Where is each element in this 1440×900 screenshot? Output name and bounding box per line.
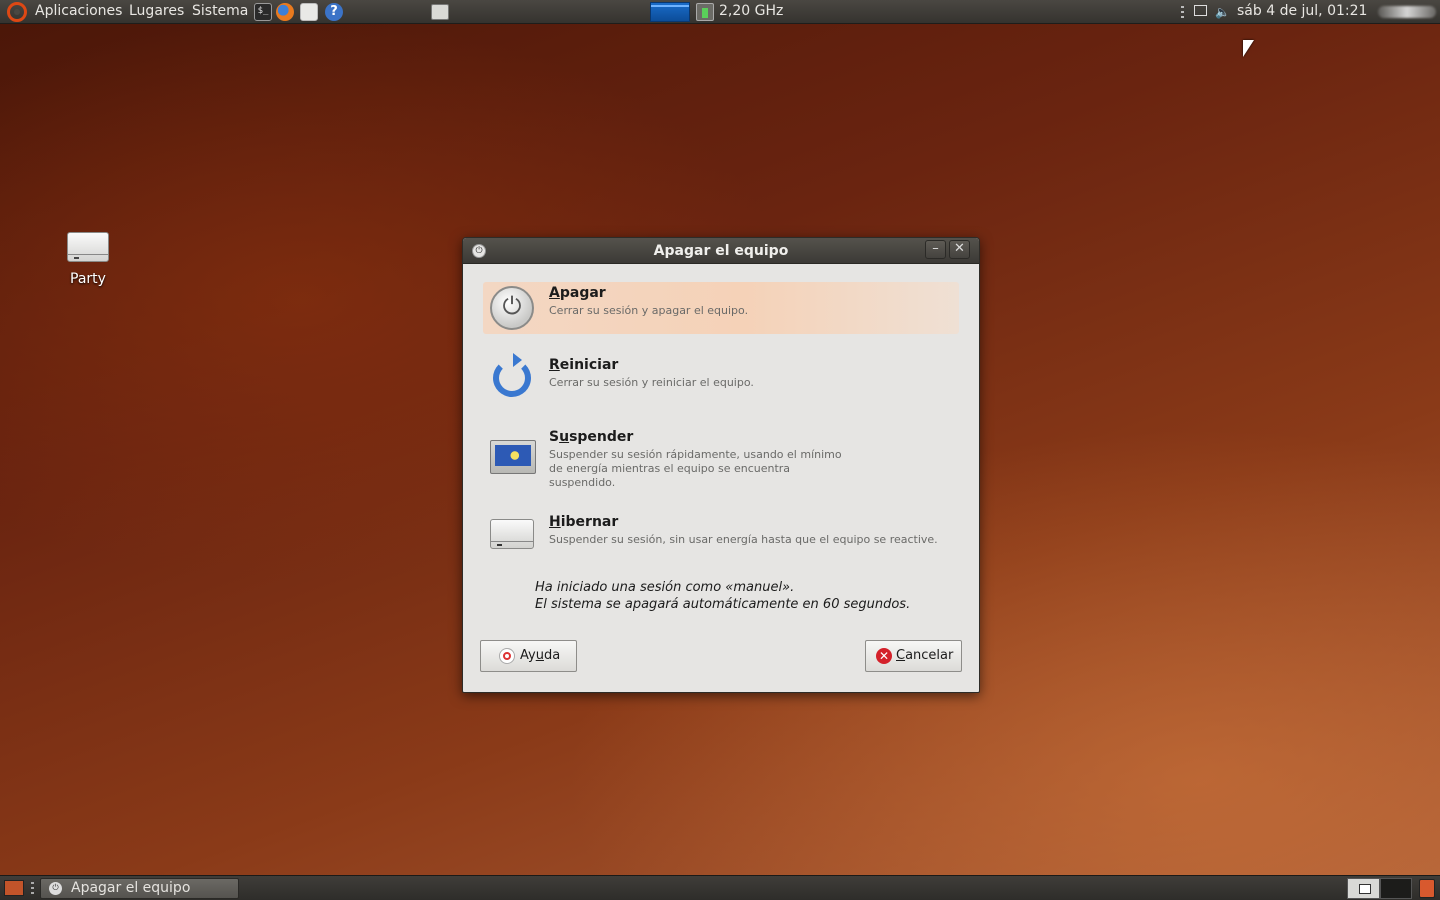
option-title: Reiniciar <box>549 357 619 373</box>
session-message: Ha iniciado una sesión como «manuel». El… <box>535 579 910 613</box>
cpu-frequency[interactable]: 2,20 GHz <box>719 0 783 24</box>
option-title: Apagar <box>549 285 606 301</box>
cancel-button-label: Cancelar <box>896 648 954 663</box>
countdown-line: El sistema se apagará automáticamente en… <box>535 597 911 612</box>
top-panel: Aplicaciones Lugares Sistema $_ ? 2,20 G… <box>0 0 1440 24</box>
user-menu[interactable] <box>1378 6 1436 18</box>
power-icon <box>490 286 534 330</box>
close-button[interactable]: ✕ <box>949 240 970 259</box>
ubuntu-logo-icon[interactable] <box>7 2 27 22</box>
cancel-icon: ✕ <box>876 648 892 664</box>
panel-handle-icon <box>31 882 34 895</box>
option-description: Suspender su sesión, sin usar energía ha… <box>549 533 938 546</box>
help-button[interactable]: Ayuda <box>480 640 577 672</box>
suspend-icon <box>490 440 536 474</box>
desktop-icon-party[interactable]: Party <box>52 232 124 287</box>
panel-handle-icon <box>1181 6 1184 19</box>
desktop-icon-label: Party <box>70 271 106 287</box>
mail-icon[interactable] <box>300 3 318 21</box>
option-hibernar[interactable]: Hibernar Suspender su sesión, sin usar e… <box>483 511 959 563</box>
trash-icon[interactable] <box>1419 879 1435 898</box>
option-suspender[interactable]: Suspender Suspender su sesión rápidament… <box>483 426 959 496</box>
dialog-title: Apagar el equipo <box>653 243 789 259</box>
firefox-icon[interactable] <box>276 3 294 21</box>
taskbar-item-label: Apagar el equipo <box>71 880 191 896</box>
cancel-button[interactable]: ✕ Cancelar <box>865 640 962 672</box>
terminal-icon[interactable]: $_ <box>254 3 272 21</box>
restart-icon <box>493 353 531 397</box>
workspace-1[interactable] <box>1347 878 1380 899</box>
option-description: Cerrar su sesión y reiniciar el equipo. <box>549 376 754 389</box>
menu-aplicaciones[interactable]: Aplicaciones <box>35 0 122 24</box>
menu-sistema[interactable]: Sistema <box>192 0 248 24</box>
hibernate-icon <box>490 519 534 549</box>
drive-icon <box>67 232 109 262</box>
help-icon[interactable]: ? <box>325 3 343 21</box>
option-title: Suspender <box>549 429 634 445</box>
battery-icon[interactable] <box>696 3 714 21</box>
clock[interactable]: sáb 4 de jul, 01:21 <box>1237 0 1367 24</box>
minimize-button[interactable]: – <box>925 240 946 259</box>
mouse-cursor-icon <box>1243 40 1254 57</box>
shutdown-dialog: ⏻ Apagar el equipo – ✕ Apagar Cerrar su … <box>462 237 980 693</box>
option-reiniciar[interactable]: Reiniciar Cerrar su sesión y reiniciar e… <box>483 353 959 410</box>
option-description: Suspender su sesión rápidamente, usando … <box>549 448 842 489</box>
volume-icon[interactable]: 🔈 <box>1215 5 1230 19</box>
option-apagar[interactable]: Apagar Cerrar su sesión y apagar el equi… <box>483 282 959 334</box>
menu-lugares[interactable]: Lugares <box>129 0 184 24</box>
show-desktop-icon[interactable] <box>4 880 24 896</box>
bottom-panel: ⏻ Apagar el equipo <box>0 875 1440 900</box>
lifebuoy-icon <box>499 648 515 664</box>
show-desktop-switch-icon[interactable] <box>431 4 449 20</box>
dialog-titlebar[interactable]: ⏻ Apagar el equipo – ✕ <box>463 238 979 264</box>
taskbar-item-apagar[interactable]: ⏻ Apagar el equipo <box>40 878 239 899</box>
cpu-graph[interactable] <box>650 2 690 22</box>
help-button-label: Ayuda <box>520 648 561 663</box>
session-user-line: Ha iniciado una sesión como «manuel». <box>535 580 795 595</box>
power-small-icon: ⏻ <box>49 882 62 895</box>
option-title: Hibernar <box>549 514 619 530</box>
workspace-2[interactable] <box>1380 878 1412 899</box>
option-description: Cerrar su sesión y apagar el equipo. <box>549 304 749 317</box>
window-list-icon[interactable] <box>1194 5 1207 16</box>
